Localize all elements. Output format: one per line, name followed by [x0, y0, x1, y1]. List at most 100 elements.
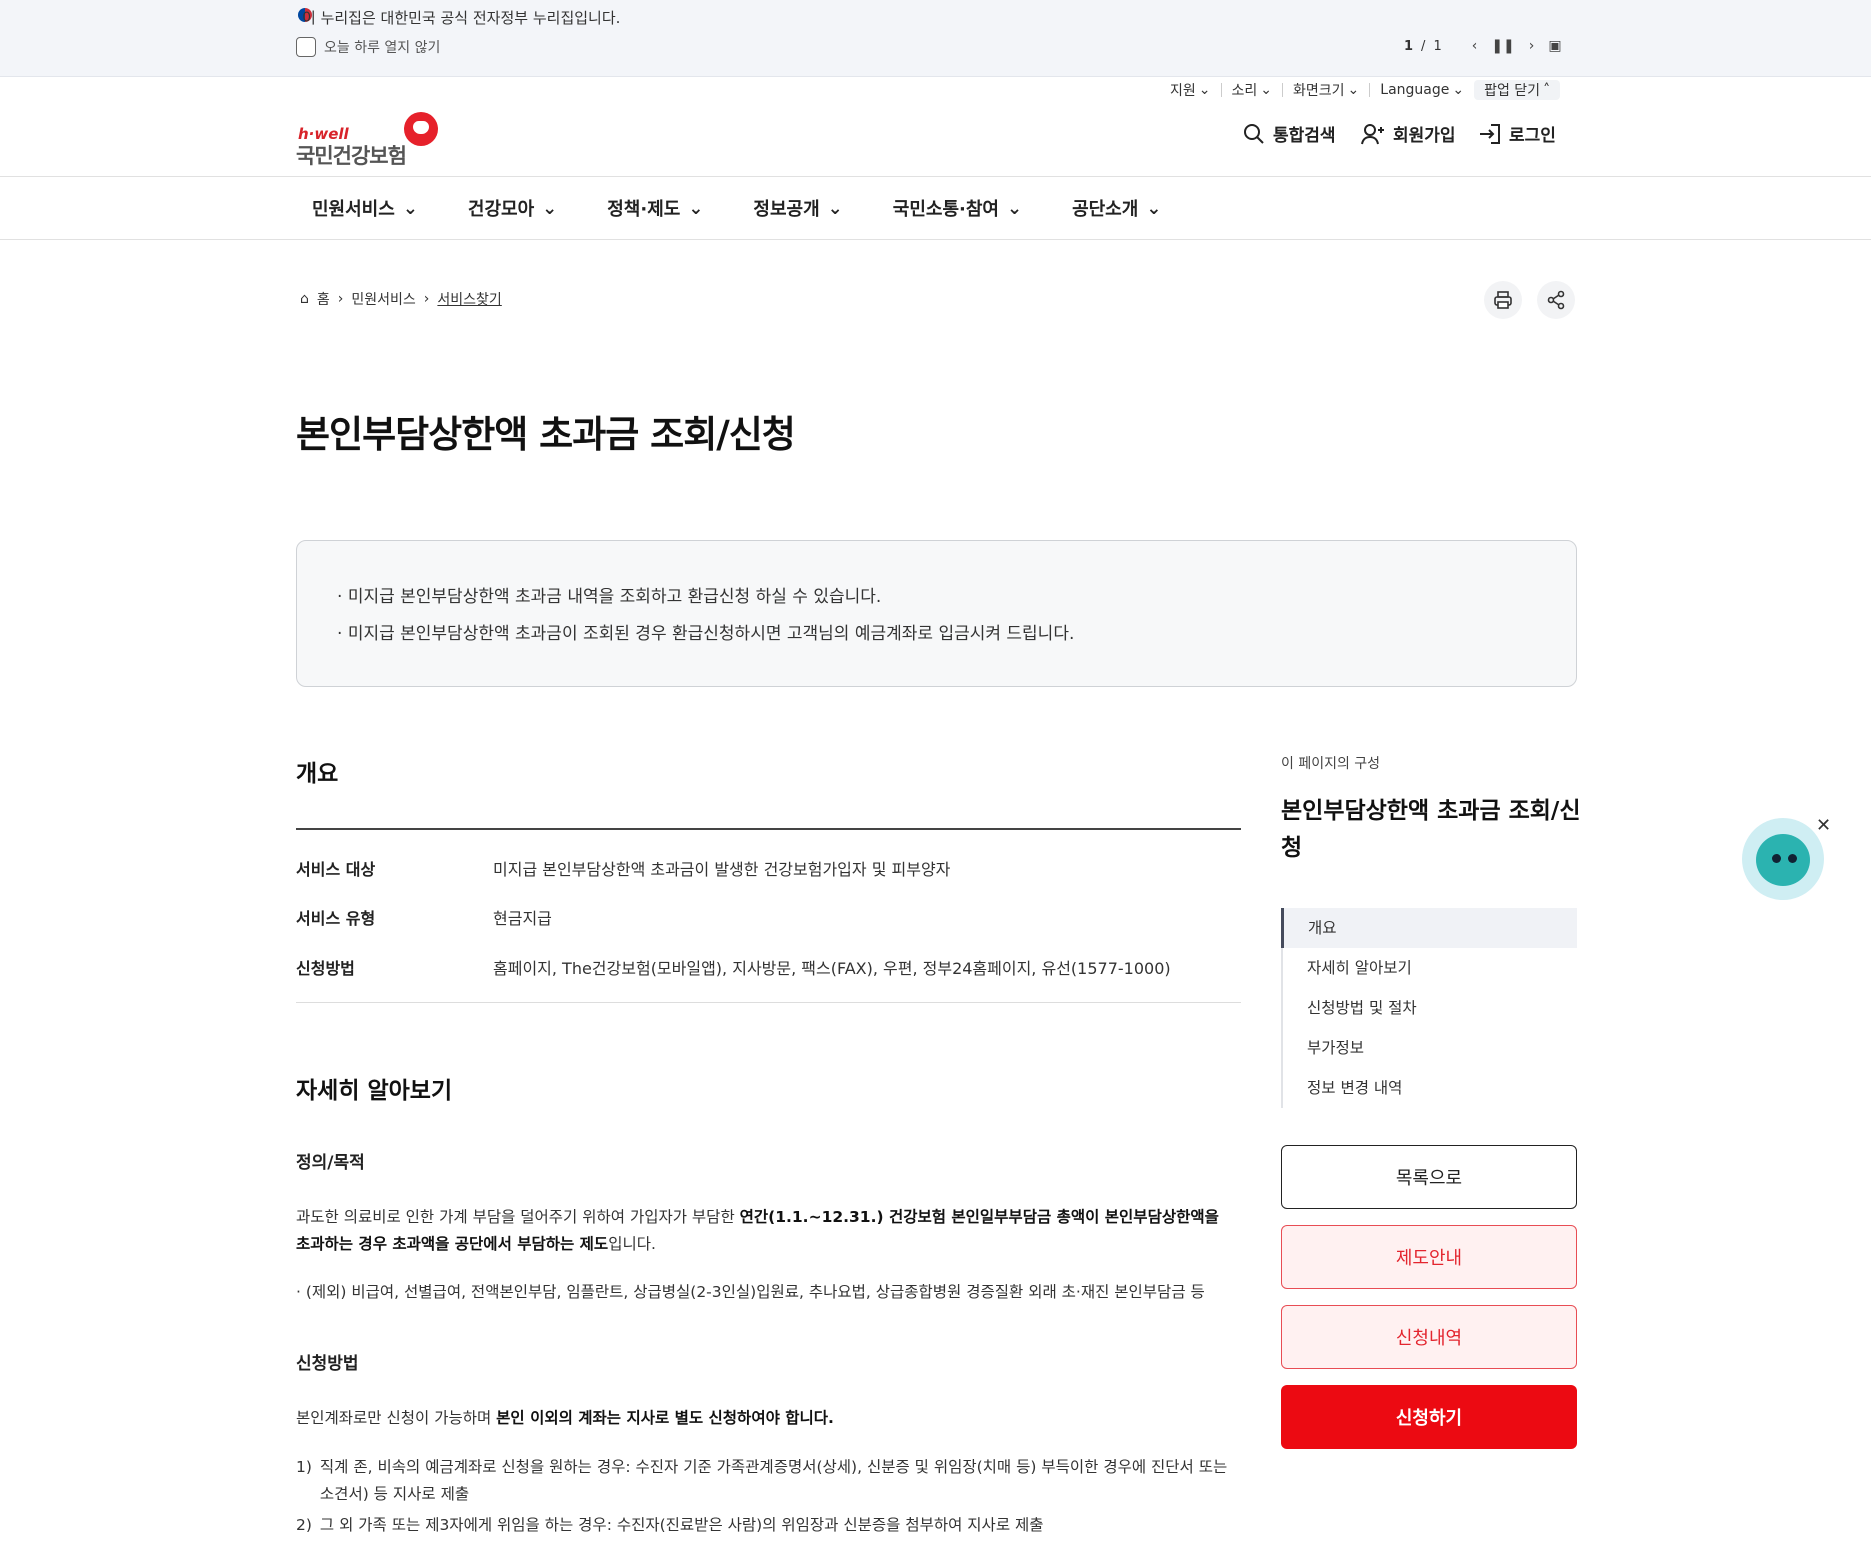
overview-row-key: 서비스 유형	[296, 909, 376, 928]
pause-icon[interactable]: ❚❚	[1491, 38, 1514, 54]
popup-close-button[interactable]: 팝업 닫기 ˄	[1474, 80, 1561, 100]
application-history-button[interactable]: 신청내역	[1281, 1305, 1577, 1369]
divider	[0, 239, 1871, 240]
apply-button[interactable]: 신청하기	[1281, 1385, 1577, 1449]
print-icon	[1494, 291, 1512, 309]
toc-item-method[interactable]: 신청방법 및 절차	[1283, 988, 1577, 1028]
chevron-right-icon: ›	[337, 291, 344, 307]
system-guide-button[interactable]: 제도안내	[1281, 1225, 1577, 1289]
pager-sep: /	[1421, 38, 1426, 54]
no-open-today-checkbox[interactable]: 오늘 하루 열지 않기	[296, 37, 440, 57]
utility-sound-label: 소리	[1231, 83, 1258, 99]
toc-list: 개요 자세히 알아보기 신청방법 및 절차 부가정보 정보 변경 내역	[1281, 908, 1577, 1108]
nav-label: 정보공개	[753, 199, 820, 220]
chevron-down-icon: ⌄	[1452, 82, 1465, 98]
utility-screen-size-label: 화면크기	[1293, 83, 1345, 99]
nav-item-communication[interactable]: 국민소통·참여 ⌄	[893, 195, 1022, 221]
method-heading: 신청방법	[296, 1354, 359, 1374]
toc-item-extra[interactable]: 부가정보	[1283, 1028, 1577, 1068]
toc-item-overview[interactable]: 개요	[1281, 908, 1577, 948]
toc-title: 본인부담상한액 초과금 조회/신청	[1281, 798, 1581, 861]
logo-ko[interactable]: 국민건강보험	[296, 140, 407, 170]
pager-current: 1	[1404, 38, 1414, 54]
nav-label: 민원서비스	[312, 199, 395, 220]
join-button[interactable]: 회원가입	[1361, 121, 1456, 146]
chevron-down-icon: ⌄	[402, 197, 418, 219]
chevron-down-icon: ⌄	[688, 197, 704, 219]
chatbot-avatar-icon	[1756, 834, 1810, 886]
prev-icon[interactable]: ‹	[1472, 38, 1478, 54]
utility-sound[interactable]: 소리 ⌄	[1222, 80, 1283, 100]
login-icon	[1480, 123, 1500, 144]
toc-item-history[interactable]: 정보 변경 내역	[1283, 1068, 1577, 1108]
chatbot-button[interactable]	[1742, 818, 1824, 900]
popup-list-icon[interactable]: ▣	[1548, 38, 1561, 54]
breadcrumb-current[interactable]: 서비스찾기	[437, 289, 501, 309]
divider	[0, 176, 1871, 177]
search-button[interactable]: 통합검색	[1243, 121, 1336, 146]
nav-item-about[interactable]: 공단소개 ⌄	[1072, 195, 1161, 221]
nav-item-health[interactable]: 건강모아 ⌄	[468, 195, 557, 221]
breadcrumb-level1[interactable]: 민원서비스	[351, 289, 415, 309]
details-heading: 자세히 알아보기	[296, 1078, 453, 1104]
utility-screen-size[interactable]: 화면크기 ⌄	[1283, 80, 1369, 100]
popup-close-label: 팝업 닫기	[1484, 83, 1541, 99]
toc-item-details[interactable]: 자세히 알아보기	[1283, 948, 1577, 988]
share-button[interactable]	[1537, 281, 1575, 319]
definition-text: 과도한 의료비로 인한 가계 부담을 덜어주기 위하여 가입자가 부담한 연간(…	[296, 1204, 1236, 1258]
toc-caption: 이 페이지의 구성	[1281, 756, 1381, 772]
search-icon	[1244, 123, 1264, 144]
back-to-list-button[interactable]: 목록으로	[1281, 1145, 1577, 1209]
gov-banner-text: 이 누리집은 대한민국 공식 전자정부 누리집입니다.	[302, 9, 621, 27]
intro-text: 미지급 본인부담상한액 초과금이 조회된 경우 환급신청하시면 고객님의 예금계…	[347, 624, 1075, 644]
chevron-right-icon: ›	[423, 291, 430, 307]
utility-language-label: Language	[1380, 82, 1450, 98]
method-bold: 본인 이외의 계좌는 지사로 별도 신청하여야 합니다.	[496, 1409, 834, 1427]
nav-item-civil-service[interactable]: 민원서비스 ⌄	[312, 195, 418, 221]
nav-label: 건강모아	[467, 199, 535, 220]
logo-heart-icon	[404, 112, 438, 146]
utility-language[interactable]: Language ⌄	[1370, 82, 1474, 98]
utility-support[interactable]: 지원 ⌄	[1160, 80, 1221, 100]
method-item-text: 그 외 가족 또는 제3자에게 위임을 하는 경우: 수진자(진료받은 사람)의…	[319, 1516, 1044, 1534]
exclusion-text: (제외) 비급여, 선별급여, 전액본인부담, 임플란트, 상급병실(2-3인실…	[305, 1283, 1205, 1301]
overview-row-value: 홈페이지, The건강보험(모바일앱), 지사방문, 팩스(FAX), 우편, …	[493, 959, 1171, 978]
utility-support-label: 지원	[1170, 83, 1196, 99]
gov-banner	[0, 0, 1871, 77]
login-button[interactable]: 로그인	[1479, 121, 1556, 146]
definition-heading: 정의/목적	[296, 1153, 365, 1173]
nav-item-policy[interactable]: 정책·제도 ⌄	[607, 195, 703, 221]
checkbox-box[interactable]	[296, 37, 316, 57]
print-button[interactable]	[1484, 281, 1522, 319]
nav-item-info-disclosure[interactable]: 정보공개 ⌄	[753, 195, 842, 221]
method-item: 2) 그 외 가족 또는 제3자에게 위임을 하는 경우: 수진자(진료받은 사…	[296, 1512, 1236, 1539]
nav-label: 공단소개	[1072, 199, 1139, 220]
overview-row-key: 서비스 대상	[296, 860, 376, 879]
chevron-down-icon: ⌄	[1006, 197, 1023, 219]
utility-bar: 지원 ⌄ 소리 ⌄ 화면크기 ⌄ Language ⌄ 팝업 닫기 ˄	[1160, 80, 1561, 100]
method-item-num: 1)	[296, 1458, 312, 1476]
main-nav: 민원서비스 ⌄ 건강모아 ⌄ 정책·제도 ⌄ 정보공개 ⌄ 국민소통·참여 ⌄ 공단소개 ⌄	[312, 195, 1211, 221]
method-item-num: 2)	[296, 1516, 312, 1534]
home-icon[interactable]: ⌂	[300, 291, 309, 307]
exclusion-note: · (제외) 비급여, 선별급여, 전액본인부담, 임플란트, 상급병실(2-3…	[296, 1283, 1205, 1301]
method-item: 1) 직계 존, 비속의 예금계좌로 신청을 원하는 경우: 수진자 기준 가족…	[296, 1454, 1236, 1508]
method-item-text: 직계 존, 비속의 예금계좌로 신청을 원하는 경우: 수진자 기준 가족관계증…	[319, 1458, 1228, 1503]
share-icon	[1547, 290, 1565, 310]
next-icon[interactable]: ›	[1529, 38, 1535, 54]
user-plus-icon	[1361, 123, 1384, 144]
intro-box: · 미지급 본인부담상한액 초과금 내역을 조회하고 환급신청 하실 수 있습니…	[296, 540, 1577, 687]
method-text: 본인계좌로만 신청이 가능하며 본인 이외의 계좌는 지사로 별도 신청하여야 …	[296, 1405, 1236, 1432]
chatbot-eye	[1772, 854, 1781, 863]
intro-item: · 미지급 본인부담상한액 초과금이 조회된 경우 환급신청하시면 고객님의 예…	[337, 624, 1075, 644]
popup-pager: 1 / 1 ‹ ❚❚ › ▣	[1404, 38, 1562, 54]
definition-text-2: 입니다.	[608, 1235, 656, 1253]
overview-row-value: 현금지급	[493, 909, 552, 928]
chevron-down-icon: ⌄	[1260, 82, 1272, 98]
overview-row-key: 신청방법	[296, 959, 355, 978]
chevron-down-icon: ⌄	[1146, 197, 1162, 219]
breadcrumb-home[interactable]: 홈	[317, 289, 330, 309]
method-text-plain: 본인계좌로만 신청이 가능하며	[296, 1409, 497, 1427]
close-icon[interactable]: ✕	[1816, 815, 1831, 836]
nav-label: 정책·제도	[607, 199, 681, 220]
